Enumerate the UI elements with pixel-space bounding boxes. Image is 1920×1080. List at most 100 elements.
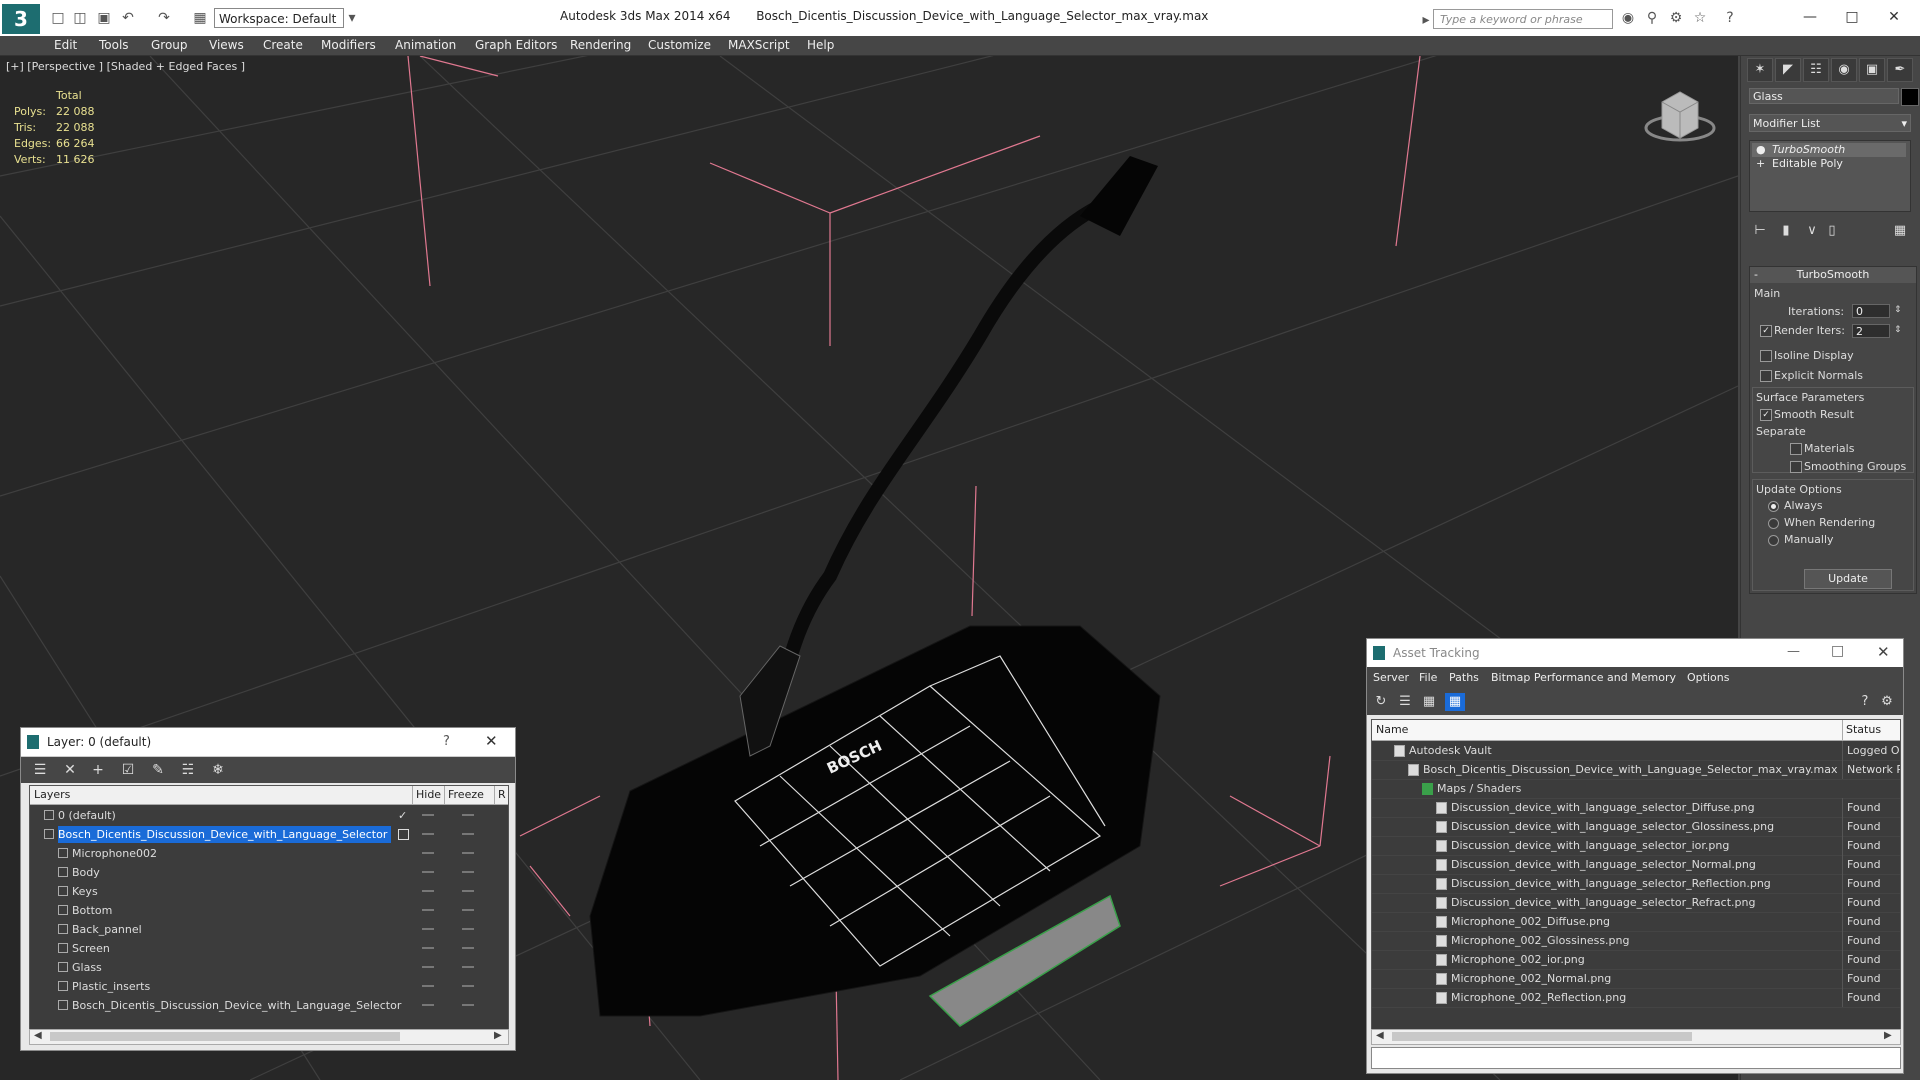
freeze-toggle[interactable] (462, 890, 474, 892)
asset-row[interactable]: Discussion_device_with_language_selector… (1372, 893, 1900, 913)
menu-edit[interactable]: Edit (54, 38, 77, 52)
redo-icon[interactable]: ↷ (156, 10, 172, 26)
help-icon[interactable]: ? (1855, 693, 1875, 711)
modify-tab-icon[interactable]: ◤ (1775, 58, 1801, 82)
menu-modifiers[interactable]: Modifiers (321, 38, 376, 52)
freeze-toggle[interactable] (462, 985, 474, 987)
hide-toggle[interactable] (422, 890, 434, 892)
search-tools-icon[interactable]: ⚲ (1644, 10, 1660, 26)
chevron-right-icon[interactable]: ▶ (494, 1030, 502, 1041)
menu-rendering[interactable]: Rendering (570, 38, 631, 52)
create-tab-icon[interactable]: ✶ (1747, 58, 1773, 82)
isoline-display-checkbox[interactable] (1760, 350, 1772, 362)
object-color-swatch[interactable] (1901, 88, 1919, 106)
hierarchy-tab-icon[interactable]: ☷ (1803, 58, 1829, 82)
menu-group[interactable]: Group (151, 38, 188, 52)
settings-icon[interactable]: ⚙ (1877, 693, 1897, 711)
maximize-icon[interactable]: □ (1832, 6, 1872, 28)
freeze-toggle[interactable] (462, 852, 474, 854)
always-radio[interactable] (1768, 501, 1779, 512)
spinner-arrows-icon[interactable]: ⇕ (1894, 305, 1902, 315)
refresh-icon[interactable]: ↻ (1371, 693, 1391, 711)
freeze-column-header[interactable]: Freeze (448, 788, 484, 801)
hide-toggle[interactable] (422, 928, 434, 930)
layers-column-header[interactable]: Layers (34, 788, 70, 801)
display-tab-icon[interactable]: ▣ (1859, 58, 1885, 82)
asset-menu-paths[interactable]: Paths (1449, 671, 1479, 684)
list-view-icon[interactable]: ☰ (1395, 693, 1415, 711)
expand-plus-icon[interactable]: + (1756, 157, 1765, 171)
chevron-left-icon[interactable]: ◀ (1376, 1030, 1384, 1041)
add-to-layer-icon[interactable]: + (87, 761, 109, 779)
table-view-icon[interactable]: ▦ (1445, 693, 1465, 711)
hide-toggle[interactable] (422, 1004, 434, 1006)
communication-icon[interactable]: ⚙ (1668, 10, 1684, 26)
asset-row[interactable]: Discussion_device_with_language_selector… (1372, 874, 1900, 894)
asset-dialog-titlebar[interactable]: Asset Tracking — □ ✕ (1367, 639, 1903, 668)
stack-item-turbosmooth[interactable]: ● TurboSmooth (1752, 143, 1906, 157)
chevron-right-icon[interactable]: ▶ (1884, 1030, 1892, 1041)
layer-row[interactable]: 0 (default) ✓ (30, 806, 508, 825)
current-layer-check-icon[interactable]: ✓ (398, 806, 407, 825)
utilities-tab-icon[interactable]: ✒ (1887, 58, 1913, 82)
spinner-arrows-icon[interactable]: ⇕ (1894, 325, 1902, 335)
layer-row[interactable]: Body (30, 863, 508, 882)
undo-icon[interactable]: ↶ (120, 10, 136, 26)
layer-row[interactable]: Keys (30, 882, 508, 901)
smooth-result-checkbox[interactable]: ✓ (1760, 409, 1772, 421)
expand-arrow-icon[interactable]: ▸ (1418, 12, 1434, 28)
menu-animation[interactable]: Animation (395, 38, 456, 52)
asset-menu-bitmap-performance[interactable]: Bitmap Performance and Memory (1491, 671, 1676, 684)
freeze-all-icon[interactable]: ❄ (207, 761, 229, 779)
close-icon[interactable]: ✕ (1874, 6, 1914, 28)
maximize-icon[interactable]: □ (1831, 643, 1844, 659)
freeze-toggle[interactable] (462, 909, 474, 911)
new-file-icon[interactable]: □ (50, 10, 66, 26)
materials-checkbox[interactable] (1790, 443, 1802, 455)
layer-row[interactable]: Screen (30, 939, 508, 958)
app-logo-icon[interactable]: 3 (2, 4, 40, 34)
project-folder-icon[interactable]: ▦ (192, 10, 208, 26)
modifier-list-dropdown[interactable]: Modifier List ▾ (1749, 114, 1911, 132)
open-file-icon[interactable]: ◫ (72, 10, 88, 26)
asset-row[interactable]: Microphone_002_Glossiness.png Found (1372, 931, 1900, 951)
asset-list-horizontal-scrollbar[interactable]: ◀ ▶ (1371, 1029, 1901, 1045)
hide-toggle[interactable] (422, 966, 434, 968)
layer-row[interactable]: Bottom (30, 901, 508, 920)
scrollbar-thumb[interactable] (50, 1032, 400, 1041)
delete-layer-icon[interactable]: ✕ (59, 761, 81, 779)
highlight-layer-icon[interactable]: ✎ (147, 761, 169, 779)
layer-list-horizontal-scrollbar[interactable]: ◀ ▶ (29, 1029, 509, 1045)
save-icon[interactable]: ▣ (96, 10, 112, 26)
favorites-star-icon[interactable]: ☆ (1692, 10, 1708, 26)
layer-row[interactable]: Bosch_Dicentis_Discussion_Device_with_La… (30, 825, 508, 844)
layer-row[interactable]: Back_pannel (30, 920, 508, 939)
search-input[interactable]: Type a keyword or phrase (1433, 9, 1613, 29)
menu-create[interactable]: Create (263, 38, 303, 52)
hide-toggle[interactable] (422, 852, 434, 854)
manually-radio[interactable] (1768, 535, 1779, 546)
menu-views[interactable]: Views (209, 38, 244, 52)
asset-row[interactable]: Maps / Shaders (1372, 779, 1900, 799)
status-column-header[interactable]: Status (1846, 723, 1881, 736)
remove-modifier-icon[interactable]: ▯ (1823, 222, 1841, 240)
viewport-label[interactable]: [+] [Perspective ] [Shaded + Edged Faces… (6, 60, 245, 73)
help-icon[interactable]: ? (1722, 10, 1738, 26)
freeze-toggle[interactable] (462, 871, 474, 873)
close-icon[interactable]: ✕ (485, 732, 498, 750)
asset-menu-options[interactable]: Options (1687, 671, 1729, 684)
hide-toggle[interactable] (422, 814, 434, 816)
asset-row[interactable]: Microphone_002_Diffuse.png Found (1372, 912, 1900, 932)
motion-tab-icon[interactable]: ◉ (1831, 58, 1857, 82)
layer-row[interactable]: Bosch_Dicentis_Discussion_Device_with_La… (30, 996, 508, 1015)
pin-stack-icon[interactable]: ⊢ (1751, 222, 1769, 240)
hide-all-icon[interactable]: ☵ (177, 761, 199, 779)
menu-maxscript[interactable]: MAXScript (728, 38, 790, 52)
minimize-icon[interactable]: — (1787, 644, 1800, 659)
asset-row[interactable]: Discussion_device_with_language_selector… (1372, 817, 1900, 837)
layer-row[interactable]: Plastic_inserts (30, 977, 508, 996)
chevron-left-icon[interactable]: ◀ (34, 1030, 42, 1041)
hide-column-header[interactable]: Hide (416, 788, 441, 801)
lightbulb-icon[interactable]: ● (1756, 143, 1766, 157)
hide-toggle[interactable] (422, 985, 434, 987)
